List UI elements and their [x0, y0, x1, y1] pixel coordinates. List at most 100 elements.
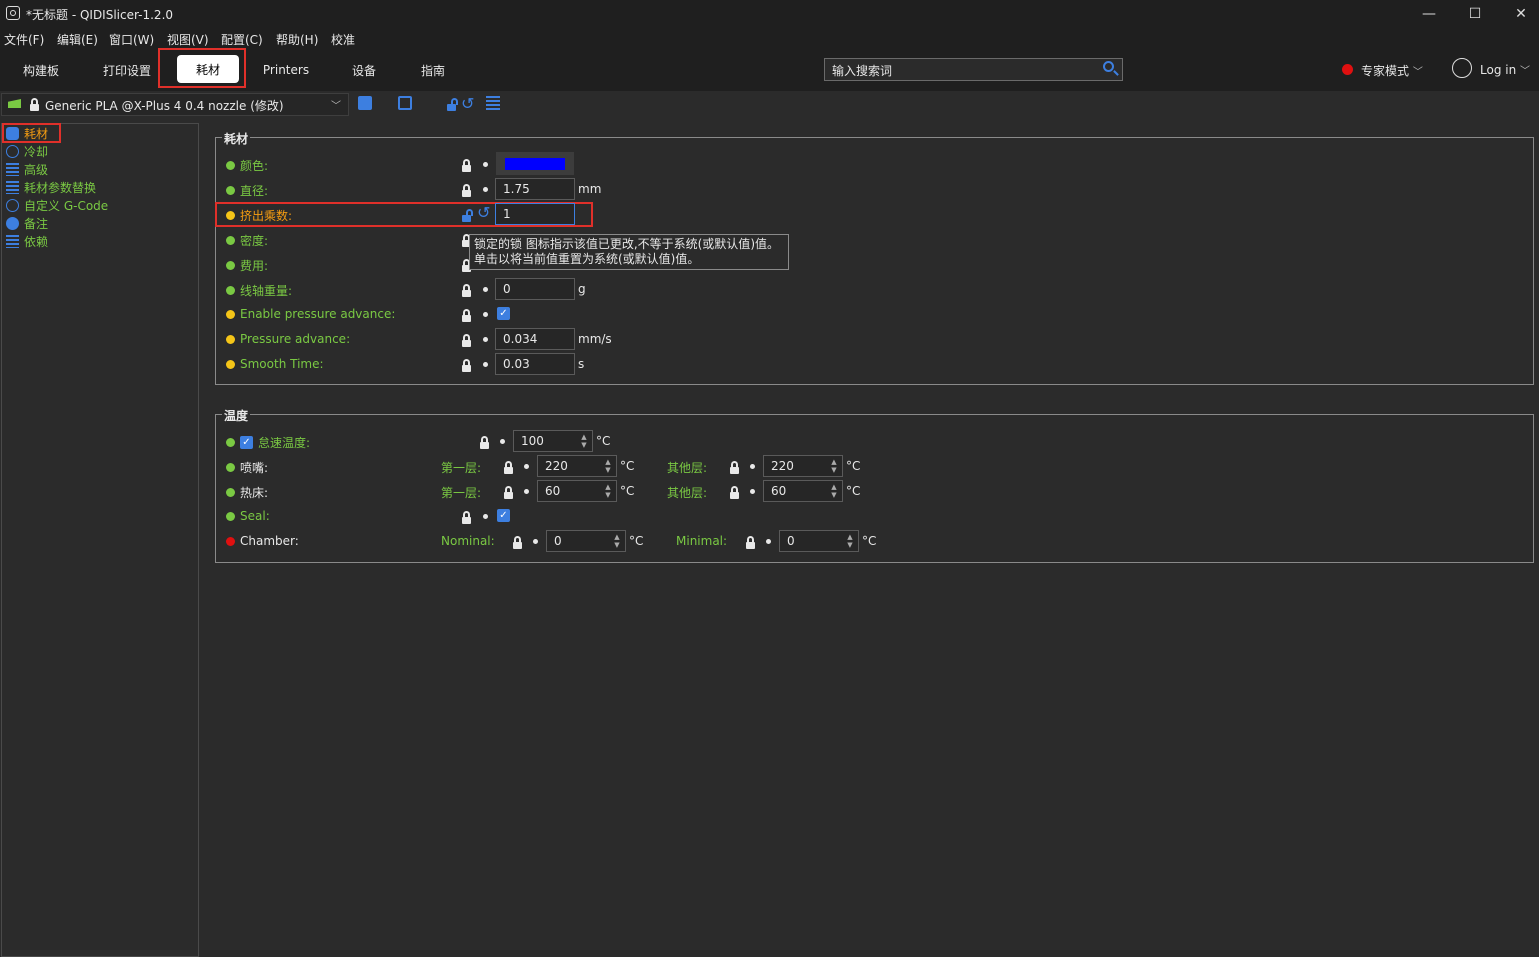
chamber-nominal-unit: °C — [629, 534, 644, 548]
bullet-icon — [483, 337, 488, 342]
spin-arrows-icon[interactable]: ▲ ▼ — [603, 483, 613, 499]
bed-first-layer-value: 60 — [545, 484, 561, 498]
sidebar-item-cooling[interactable]: 冷却 — [6, 142, 48, 160]
sidebar-item-custom-gcode[interactable]: 自定义 G-Code — [6, 196, 108, 214]
chevron-down-icon: ﹀ — [1520, 66, 1531, 77]
sidebar-item-label: 备注 — [24, 216, 49, 231]
color-label: 颜色: — [226, 157, 268, 174]
menu-help[interactable]: 帮助(H) — [276, 31, 318, 48]
status-dot-icon — [226, 536, 235, 546]
bullet-icon — [500, 439, 505, 444]
chamber-minimal-field[interactable]: 0 ▲ ▼ — [779, 530, 859, 552]
chevron-down-icon[interactable]: ﹀ — [331, 97, 341, 112]
filament-group — [215, 137, 1534, 385]
status-dot-icon — [226, 211, 235, 220]
bed-other-layers-field[interactable]: 60 ▲ ▼ — [763, 480, 843, 502]
menu-config[interactable]: 配置(C) — [221, 31, 263, 48]
nozzle-first-layer-field[interactable]: 220 ▲ ▼ — [537, 455, 617, 477]
tooltip-line-2: 单击以将当前值重置为系统(或默认值)值。 — [474, 252, 700, 266]
seal-checkbox[interactable]: ✓ — [497, 509, 510, 522]
nozzle-other-layers-value: 220 — [771, 459, 794, 473]
status-dot-icon — [226, 334, 235, 344]
save-icon[interactable] — [358, 96, 372, 110]
search-icon[interactable] — [1103, 61, 1114, 72]
spin-arrows-icon[interactable]: ▲ ▼ — [829, 458, 839, 474]
tab-print-settings[interactable]: 打印设置 — [95, 60, 159, 80]
spin-arrows-icon[interactable]: ▲ ▼ — [845, 533, 855, 549]
sidebar-item-dependencies[interactable]: 依赖 — [6, 232, 48, 250]
settings-icon — [6, 162, 19, 176]
idle-temperature-checkbox[interactable]: ✓ — [240, 436, 253, 449]
chamber-label: Chamber: — [226, 534, 299, 548]
tab-guide[interactable]: 指南 — [410, 60, 456, 80]
mode-selector[interactable]: 专家模式 ﹀ — [1361, 62, 1423, 79]
window-title: *无标题 - QIDISlicer-1.2.0 — [26, 8, 174, 22]
tab-printers[interactable]: Printers — [258, 60, 314, 80]
tab-plater[interactable]: 构建板 — [10, 60, 72, 80]
chamber-nominal-field[interactable]: 0 ▲ ▼ — [546, 530, 626, 552]
menu-edit[interactable]: 编辑(E) — [57, 31, 98, 48]
spin-arrows-icon[interactable]: ▲ ▼ — [829, 483, 839, 499]
seal-label-text: Seal: — [240, 509, 270, 523]
extrusion-multiplier-field[interactable]: 1 — [495, 203, 575, 225]
status-dot-icon — [226, 186, 235, 195]
bullet-icon — [483, 187, 488, 192]
density-label: 密度: — [226, 232, 268, 249]
bed-other-layers-unit: °C — [846, 484, 861, 498]
chamber-nominal-value: 0 — [554, 534, 562, 548]
menu-calibration[interactable]: 校准 — [331, 31, 355, 48]
enable-pressure-advance-checkbox[interactable]: ✓ — [497, 307, 510, 320]
status-dot-icon — [226, 236, 235, 245]
idle-temperature-field[interactable]: 100 ▲ ▼ — [513, 430, 593, 452]
menu-window[interactable]: 窗口(W) — [109, 31, 154, 48]
color-swatch — [505, 158, 565, 170]
idle-temperature-label-text: 怠速温度: — [258, 436, 311, 450]
sidebar-item-filament[interactable]: 耗材 — [6, 124, 48, 142]
bullet-icon — [483, 162, 488, 167]
smooth-time-unit: s — [578, 357, 585, 371]
menu-view[interactable]: 视图(V) — [167, 31, 209, 48]
status-dot-icon — [226, 511, 235, 521]
status-dot-icon — [226, 286, 235, 295]
pressure-advance-field[interactable]: 0.034 — [495, 328, 575, 350]
maximize-button[interactable]: ☐ — [1452, 0, 1498, 27]
minimize-button[interactable]: — — [1406, 0, 1452, 27]
smooth-time-field[interactable]: 0.03 — [495, 353, 575, 375]
undo-icon[interactable]: ↺ — [461, 94, 474, 113]
sidebar-item-overrides[interactable]: 耗材参数替换 — [6, 178, 96, 196]
nozzle-label: 喷嘴: — [226, 459, 268, 476]
undo-icon[interactable]: ↺ — [477, 203, 490, 222]
tab-filament[interactable]: 耗材 — [177, 55, 239, 83]
user-icon[interactable] — [1452, 58, 1472, 78]
spin-arrows-icon[interactable]: ▲ ▼ — [603, 458, 613, 474]
spin-arrows-icon[interactable]: ▲ ▼ — [612, 533, 622, 549]
spin-arrows-icon[interactable]: ▲ ▼ — [579, 433, 589, 449]
enable-pressure-advance-label: Enable pressure advance: — [226, 307, 395, 321]
bed-first-layer-field[interactable]: 60 ▲ ▼ — [537, 480, 617, 502]
enable-pressure-advance-label-text: Enable pressure advance: — [240, 307, 396, 321]
tab-device[interactable]: 设备 — [340, 60, 388, 80]
rename-icon[interactable] — [398, 96, 412, 110]
nozzle-first-layer-value: 220 — [545, 459, 568, 473]
smooth-time-label: Smooth Time: — [226, 357, 324, 371]
sidebar-item-advanced[interactable]: 高级 — [6, 160, 48, 178]
compare-icon[interactable] — [486, 96, 500, 110]
login-button[interactable]: Log in ﹀ — [1480, 62, 1530, 77]
status-dot-icon — [226, 261, 235, 270]
bullet-icon — [750, 489, 755, 494]
menu-file[interactable]: 文件(F) — [4, 31, 44, 48]
diameter-unit: mm — [578, 182, 602, 196]
search-input-text: 输入搜索词 — [832, 64, 893, 78]
color-label-text: 颜色: — [240, 159, 269, 173]
close-button[interactable]: ✕ — [1498, 0, 1539, 27]
density-label-text: 密度: — [240, 234, 269, 248]
chamber-minimal-value: 0 — [787, 534, 795, 548]
speech-bubble-icon — [6, 216, 19, 230]
gear-icon — [6, 198, 19, 212]
diameter-field[interactable]: 1.75 — [495, 178, 575, 200]
sidebar-item-notes[interactable]: 备注 — [6, 214, 48, 232]
nozzle-other-layers-field[interactable]: 220 ▲ ▼ — [763, 455, 843, 477]
diameter-label-text: 直径: — [240, 184, 269, 198]
idle-temperature-label: ✓ 怠速温度: — [226, 434, 310, 451]
spool-weight-field[interactable]: 0 — [495, 278, 575, 300]
